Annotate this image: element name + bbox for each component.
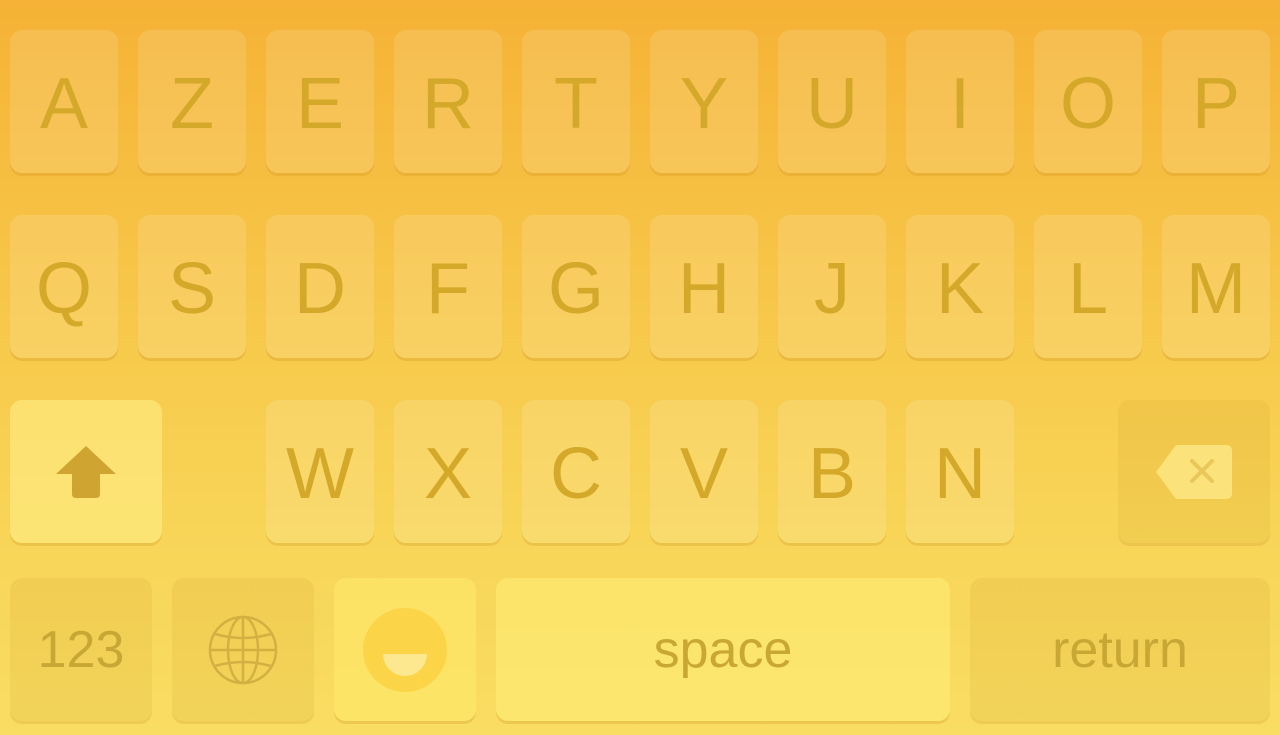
keyboard-row-1: A Z E R T Y U I O P — [0, 30, 1280, 175]
key-m[interactable]: M — [1162, 215, 1270, 358]
key-f[interactable]: F — [394, 215, 502, 358]
globe-key[interactable] — [172, 578, 314, 721]
key-label: A — [39, 63, 89, 144]
key-label: J — [814, 248, 850, 329]
key-label: O — [1059, 63, 1116, 144]
key-label: G — [547, 248, 604, 329]
key-label: N — [934, 433, 986, 514]
key-r[interactable]: R — [394, 30, 502, 173]
key-k[interactable]: K — [906, 215, 1014, 358]
key-label: H — [678, 248, 730, 329]
key-label: V — [679, 433, 729, 514]
backspace-key[interactable] — [1118, 400, 1270, 543]
key-label: I — [949, 63, 970, 144]
key-g[interactable]: G — [522, 215, 630, 358]
key-label: S — [167, 248, 217, 329]
emoji-icon — [363, 607, 447, 692]
key-s[interactable]: S — [138, 215, 246, 358]
key-label: X — [423, 433, 473, 514]
keyboard-row-4: 123 space return — [0, 578, 1280, 723]
key-b[interactable]: B — [778, 400, 886, 543]
key-x[interactable]: X — [394, 400, 502, 543]
space-key-label: space — [653, 620, 793, 679]
key-label: Q — [35, 248, 92, 329]
key-label: F — [426, 248, 470, 329]
key-i[interactable]: I — [906, 30, 1014, 173]
key-label: C — [550, 433, 602, 514]
globe-icon — [207, 614, 279, 686]
return-key[interactable]: return — [970, 578, 1270, 721]
key-label: T — [554, 63, 598, 144]
key-q[interactable]: Q — [10, 215, 118, 358]
key-j[interactable]: J — [778, 215, 886, 358]
key-e[interactable]: E — [266, 30, 374, 173]
key-label: E — [295, 63, 345, 144]
space-key[interactable]: space — [496, 578, 950, 721]
keyboard-row-2: Q S D F G H J K L M — [0, 215, 1280, 360]
shift-key[interactable] — [10, 400, 162, 543]
key-label: R — [422, 63, 474, 144]
key-label: Y — [679, 63, 729, 144]
key-v[interactable]: V — [650, 400, 758, 543]
key-n[interactable]: N — [906, 400, 1014, 543]
backspace-icon — [1154, 443, 1234, 501]
key-label: L — [1067, 248, 1109, 329]
return-key-label: return — [1052, 620, 1188, 679]
key-label: U — [806, 63, 858, 144]
emoji-key[interactable] — [334, 578, 476, 721]
key-z[interactable]: Z — [138, 30, 246, 173]
key-label: D — [294, 248, 346, 329]
shift-icon — [54, 444, 118, 500]
keyboard-row-3: W X C V B N — [0, 400, 1280, 545]
key-o[interactable]: O — [1034, 30, 1142, 173]
key-w[interactable]: W — [266, 400, 374, 543]
key-label: M — [1186, 248, 1246, 329]
key-label: K — [935, 248, 985, 329]
key-h[interactable]: H — [650, 215, 758, 358]
key-t[interactable]: T — [522, 30, 630, 173]
key-l[interactable]: L — [1034, 215, 1142, 358]
key-label: P — [1191, 63, 1241, 144]
key-label: Z — [170, 63, 214, 144]
numbers-key[interactable]: 123 — [10, 578, 152, 721]
key-d[interactable]: D — [266, 215, 374, 358]
key-p[interactable]: P — [1162, 30, 1270, 173]
numbers-key-label: 123 — [37, 620, 125, 679]
key-y[interactable]: Y — [650, 30, 758, 173]
key-c[interactable]: C — [522, 400, 630, 543]
key-label: W — [286, 433, 354, 514]
key-u[interactable]: U — [778, 30, 886, 173]
keyboard: A Z E R T Y U I O P Q S D F G H J K L M … — [0, 0, 1280, 735]
key-label: B — [807, 433, 857, 514]
key-a[interactable]: A — [10, 30, 118, 173]
